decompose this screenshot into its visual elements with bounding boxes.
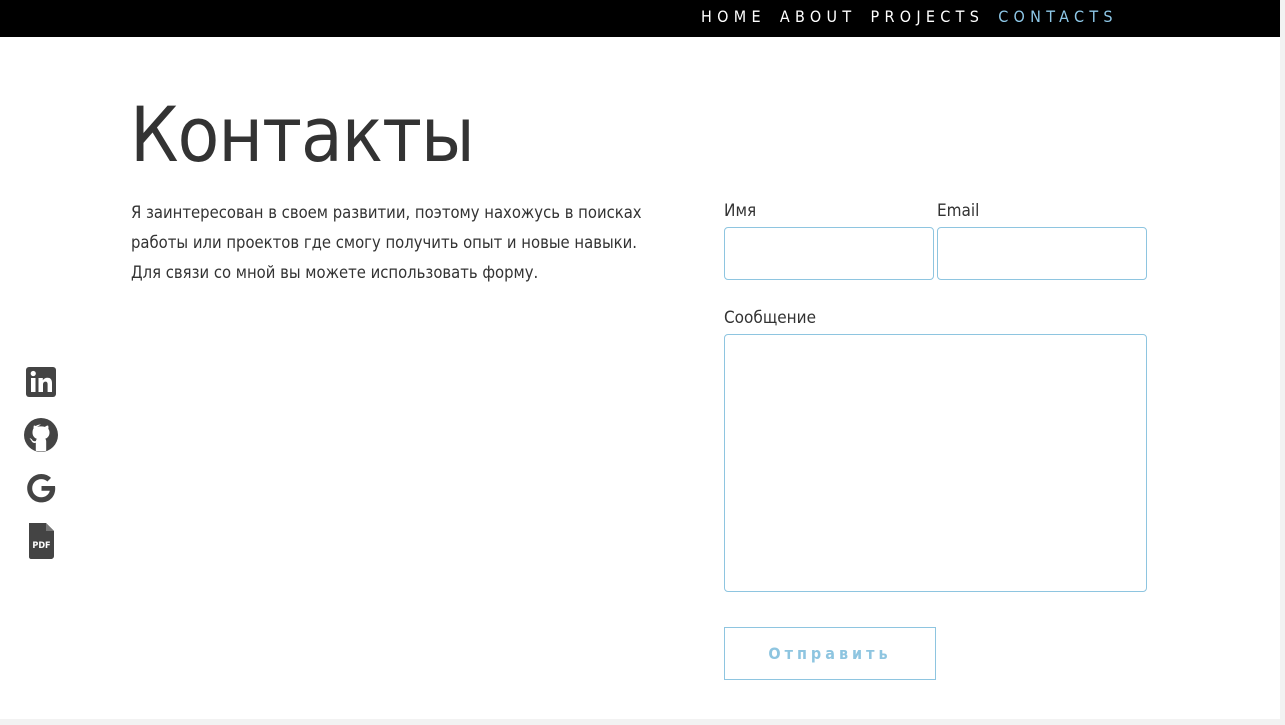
nav-about-link[interactable]: ABOUT [780, 7, 857, 27]
name-label: Имя [724, 201, 757, 221]
email-label: Email [937, 201, 980, 221]
google-link[interactable] [22, 469, 60, 507]
scrollbar-track[interactable] [1280, 0, 1285, 725]
nav-contacts-link[interactable]: CONTACTS [998, 7, 1118, 27]
linkedin-link[interactable] [22, 363, 60, 401]
intro-text: Я заинтересован в своем развитии, поэтом… [131, 203, 642, 282]
pdf-icon-label: PDF [32, 541, 50, 551]
pdf-icon: PDF [29, 523, 54, 559]
email-input[interactable] [937, 227, 1147, 280]
main-nav: HOME ABOUT PROJECTS CONTACTS [701, 7, 1118, 27]
github-link[interactable] [22, 416, 60, 454]
nav-home-link[interactable]: HOME [701, 7, 766, 27]
message-label: Сообщение [724, 308, 816, 328]
github-icon [24, 418, 58, 452]
page: HOME ABOUT PROJECTS CONTACTS Контакты Я … [0, 0, 1280, 719]
send-button[interactable]: Отправить [724, 627, 936, 680]
linkedin-icon [26, 367, 56, 397]
google-icon [27, 474, 56, 503]
message-textarea[interactable] [724, 334, 1147, 592]
nav-projects-link[interactable]: PROJECTS [870, 7, 984, 27]
resume-pdf-link[interactable]: PDF [22, 521, 60, 559]
name-input[interactable] [724, 227, 934, 280]
page-title: Контакты [130, 90, 475, 179]
top-navbar: HOME ABOUT PROJECTS CONTACTS [0, 0, 1280, 37]
